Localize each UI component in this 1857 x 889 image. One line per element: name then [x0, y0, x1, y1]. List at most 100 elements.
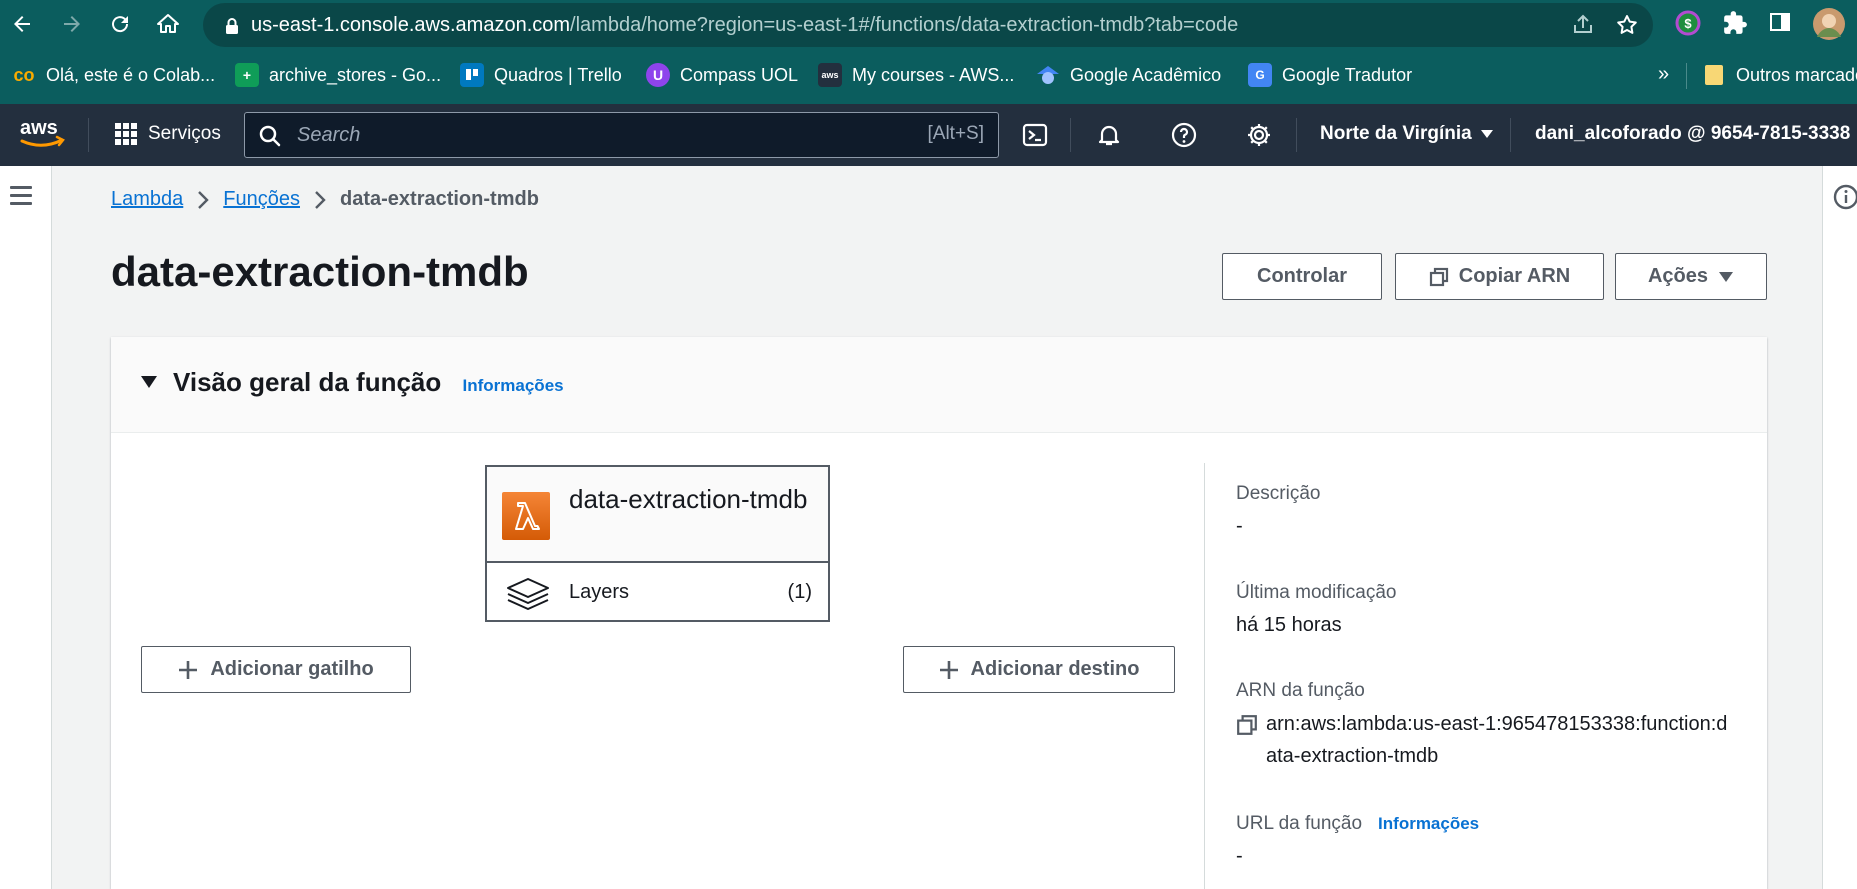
caret-down-icon[interactable]	[140, 375, 158, 389]
url-text: us-east-1.console.aws.amazon.com/lambda/…	[251, 14, 1238, 37]
side-panel-icon[interactable]	[1768, 10, 1792, 39]
search-icon	[259, 125, 281, 147]
search-shortcut-hint: [Alt+S]	[927, 123, 985, 144]
home-icon	[157, 14, 179, 33]
panel-header[interactable]: Visão geral da função Informações	[111, 337, 1767, 433]
bookmark-label: Compass UOL	[680, 64, 799, 85]
bookmark-aws-courses[interactable]: aws My courses - AWS...	[818, 63, 1014, 87]
trello-icon	[460, 63, 484, 87]
chevron-right-icon	[315, 190, 326, 209]
settings-button[interactable]	[1244, 120, 1274, 150]
description-value: -	[1236, 515, 1243, 537]
nav-divider	[1510, 118, 1511, 152]
bookmark-scholar[interactable]: Google Acadêmico	[1036, 63, 1221, 87]
function-node-header: data-extraction-tmdb	[487, 467, 828, 563]
page-title: data-extraction-tmdb	[111, 248, 529, 295]
bookmark-label: archive_stores - Go...	[269, 64, 442, 85]
url-label-row: URL da função Informações	[1236, 813, 1479, 835]
bookmark-trello[interactable]: Quadros | Trello	[460, 63, 622, 87]
notifications-button[interactable]	[1094, 120, 1124, 150]
more-bookmarks-button[interactable]: »	[1658, 63, 1669, 86]
help-icon	[1171, 122, 1197, 148]
arrow-left-icon	[14, 16, 30, 32]
info-link[interactable]: Informações	[463, 376, 564, 395]
services-menu-button[interactable]: Serviços	[114, 122, 221, 146]
translate-icon: G	[1248, 63, 1272, 87]
search-box[interactable]: [Alt+S]	[244, 112, 999, 158]
last-modified-field: Última modificação há 15 horas	[1236, 582, 1397, 637]
nav-divider	[1070, 118, 1071, 152]
bookmark-translate[interactable]: G Google Tradutor	[1248, 63, 1412, 87]
bookmark-label: Outros marcadores	[1736, 64, 1857, 85]
region-selector[interactable]: Norte da Virgínia	[1320, 123, 1494, 145]
caret-down-icon	[1480, 130, 1493, 138]
add-trigger-button[interactable]: Adicionar gatilho	[141, 646, 411, 693]
gear-icon	[1248, 124, 1270, 146]
services-label: Serviços	[148, 123, 221, 144]
reload-button[interactable]	[106, 10, 134, 38]
star-icon[interactable]	[1615, 13, 1639, 37]
bookmark-colab[interactable]: co Olá, este é o Colab...	[12, 63, 215, 87]
url-host: us-east-1.console.aws.amazon.com	[251, 14, 571, 36]
last-modified-value: há 15 horas	[1236, 614, 1342, 636]
other-bookmarks[interactable]: Outros marcadores	[1702, 63, 1857, 87]
url-info-link[interactable]: Informações	[1378, 814, 1479, 834]
chevron-double-right-icon: »	[1658, 63, 1670, 85]
bookmark-label: My courses - AWS...	[852, 64, 1015, 85]
breadcrumb: Lambda Funções data-extraction-tmdb	[111, 188, 539, 211]
panel-title-text: Visão geral da função	[173, 367, 442, 397]
bookmarks-divider	[1686, 63, 1687, 89]
throttle-button[interactable]: Controlar	[1222, 253, 1382, 300]
arn-value-row: arn:aws:lambda:us-east-1:965478153338:fu…	[1236, 708, 1736, 772]
account-label: dani_alcoforado @ 9654-7815-3338	[1535, 123, 1851, 144]
button-label: Copiar ARN	[1458, 265, 1571, 287]
share-icon[interactable]	[1571, 13, 1595, 37]
cloudshell-button[interactable]	[1020, 120, 1050, 150]
back-button[interactable]	[8, 10, 36, 38]
arrow-right-icon	[64, 16, 80, 32]
button-label: Adicionar destino	[970, 658, 1140, 680]
button-label: Adicionar gatilho	[210, 658, 374, 680]
cloudshell-icon	[1022, 123, 1048, 147]
actions-dropdown-button[interactable]: Ações	[1615, 253, 1767, 300]
button-label: Ações	[1647, 265, 1709, 287]
extensions-puzzle-icon[interactable]	[1722, 10, 1748, 41]
aws-icon: aws	[818, 63, 842, 87]
function-diagram-node[interactable]: data-extraction-tmdb Layers (1)	[485, 465, 830, 622]
compass-icon: U	[646, 63, 670, 87]
bookmark-archive-stores[interactable]: + archive_stores - Go...	[235, 63, 441, 87]
bookmark-label: Olá, este é o Colab...	[46, 64, 216, 85]
breadcrumb-lambda[interactable]: Lambda	[111, 188, 183, 211]
account-menu[interactable]: dani_alcoforado @ 9654-7815-3338	[1535, 123, 1857, 145]
nav-divider	[88, 118, 89, 152]
layers-row[interactable]: Layers (1)	[487, 565, 828, 620]
caret-down-icon	[1719, 271, 1734, 282]
extension-dollar-icon[interactable]: $	[1675, 10, 1701, 41]
browser-toolbar: us-east-1.console.aws.amazon.com/lambda/…	[0, 0, 1857, 49]
bookmark-label: Google Tradutor	[1282, 64, 1413, 85]
help-button[interactable]	[1169, 120, 1199, 150]
grid-icon	[115, 123, 137, 145]
copy-arn-button[interactable]: Copiar ARN	[1395, 253, 1604, 300]
copy-icon	[1429, 267, 1448, 286]
search-input[interactable]	[297, 121, 897, 149]
bookmark-compass[interactable]: U Compass UOL	[646, 63, 798, 87]
info-icon[interactable]	[1833, 184, 1857, 210]
forward-button[interactable]	[58, 10, 86, 38]
panel-title: Visão geral da função Informações	[173, 367, 564, 398]
copy-icon[interactable]	[1236, 714, 1258, 736]
reload-icon	[112, 16, 129, 33]
bookmarks-bar: co Olá, este é o Colab... + archive_stor…	[0, 49, 1857, 104]
url-label: URL da função	[1236, 813, 1363, 834]
bookmark-label: Quadros | Trello	[494, 64, 622, 85]
sheets-icon: +	[235, 63, 259, 87]
address-bar[interactable]: us-east-1.console.aws.amazon.com/lambda/…	[203, 3, 1653, 47]
add-destination-button[interactable]: Adicionar destino	[903, 646, 1175, 693]
aws-logo[interactable]: aws	[18, 116, 68, 157]
breadcrumb-functions[interactable]: Funções	[223, 188, 300, 211]
menu-icon[interactable]	[10, 186, 34, 205]
home-button[interactable]	[154, 10, 182, 38]
profile-avatar[interactable]	[1812, 7, 1846, 46]
description-label: Descrição	[1236, 483, 1321, 504]
scholar-icon	[1036, 63, 1060, 87]
